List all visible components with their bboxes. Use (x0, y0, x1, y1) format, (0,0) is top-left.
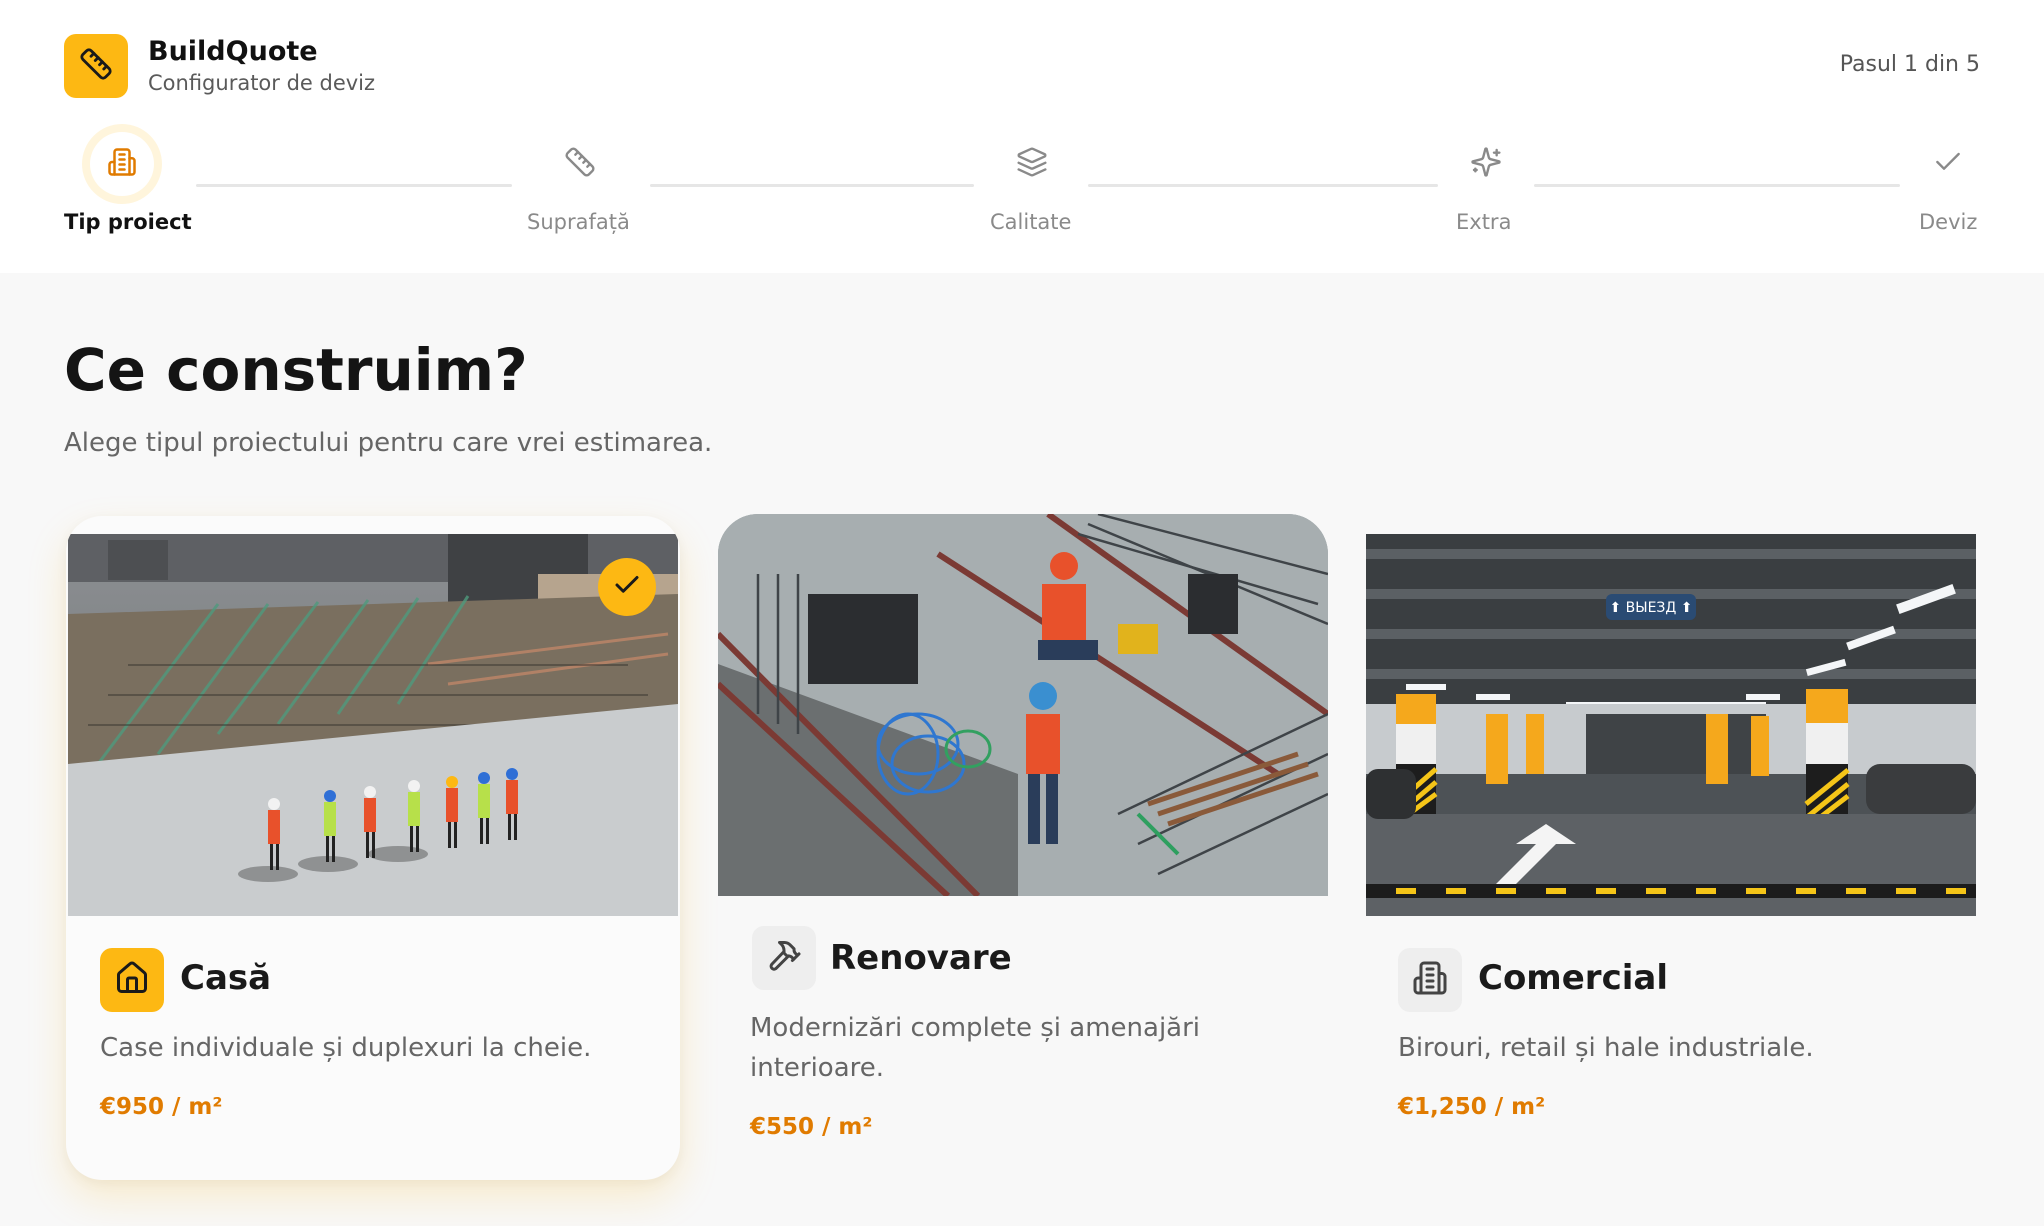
card-title: Casă (180, 958, 272, 998)
step-connector (1088, 184, 1438, 187)
step-label: Tip proiect (64, 210, 192, 234)
card-description-line1: Modernizări complete și amenajări (750, 1013, 1201, 1043)
card-price: €550 / m² (750, 1114, 873, 1140)
page-subtitle: Alege tipul proiectului pentru care vrei… (64, 428, 713, 458)
step-deviz[interactable] (1908, 124, 1988, 204)
card-description: Case individuale și duplexuri la cheie. (100, 1033, 592, 1063)
check-icon (1932, 146, 1964, 182)
page-title: Ce construim? (64, 336, 528, 404)
check-icon (612, 570, 642, 604)
construction-site-image (68, 534, 678, 916)
workers-rebar-image (718, 514, 1328, 896)
card-price: €950 / m² (100, 1094, 223, 1120)
layers-icon (1016, 146, 1048, 182)
parking-sign-text: ⬆ ВЫЕЗД ⬆ (1609, 600, 1692, 616)
logo (64, 34, 128, 98)
card-title: Comercial (1478, 958, 1668, 998)
card-description: Birouri, retail și hale industriale. (1398, 1033, 1814, 1063)
step-connector (1534, 184, 1900, 187)
ruler-icon (564, 146, 596, 182)
app-subtitle: Configurator de deviz (148, 71, 376, 95)
hammer-icon (766, 938, 802, 978)
selected-check-badge (598, 558, 656, 616)
step-connector (650, 184, 974, 187)
step-label: Extra (1456, 210, 1512, 234)
header: BuildQuote Configurator de deviz Pasul 1… (0, 0, 2044, 273)
building-icon (1412, 960, 1448, 1000)
card-price: €1,250 / m² (1398, 1094, 1546, 1120)
ruler-icon (79, 47, 113, 85)
step-label: Suprafață (527, 210, 630, 234)
step-calitate[interactable] (992, 124, 1072, 204)
project-card-renovare[interactable]: Renovare Modernizări complete și amenajă… (716, 512, 1330, 1162)
card-description-line2: interioare. (750, 1053, 885, 1083)
project-card-casa[interactable]: Casă Case individuale și duplexuri la ch… (66, 516, 680, 1180)
step-label: Deviz (1919, 210, 1978, 234)
step-label: Calitate (990, 210, 1072, 234)
hammer-icon-badge (752, 926, 816, 990)
building-icon-badge (1398, 948, 1462, 1012)
sparkles-icon (1470, 146, 1502, 182)
home-icon-badge (100, 948, 164, 1012)
app-name: BuildQuote (148, 36, 318, 67)
step-extra[interactable] (1446, 124, 1526, 204)
card-title: Renovare (830, 938, 1012, 978)
building-icon (107, 147, 137, 181)
step-suprafata[interactable] (540, 124, 620, 204)
home-icon (114, 960, 150, 1000)
step-counter: Pasul 1 din 5 (1839, 52, 1980, 77)
project-card-comercial[interactable]: ⬆ ВЫЕЗД ⬆ Comercial Birouri, retail și h… (1364, 516, 1978, 1166)
step-tip-proiect[interactable] (82, 124, 162, 204)
parking-garage-image: ⬆ ВЫЕЗД ⬆ (1366, 534, 1976, 916)
step-connector (196, 184, 512, 187)
